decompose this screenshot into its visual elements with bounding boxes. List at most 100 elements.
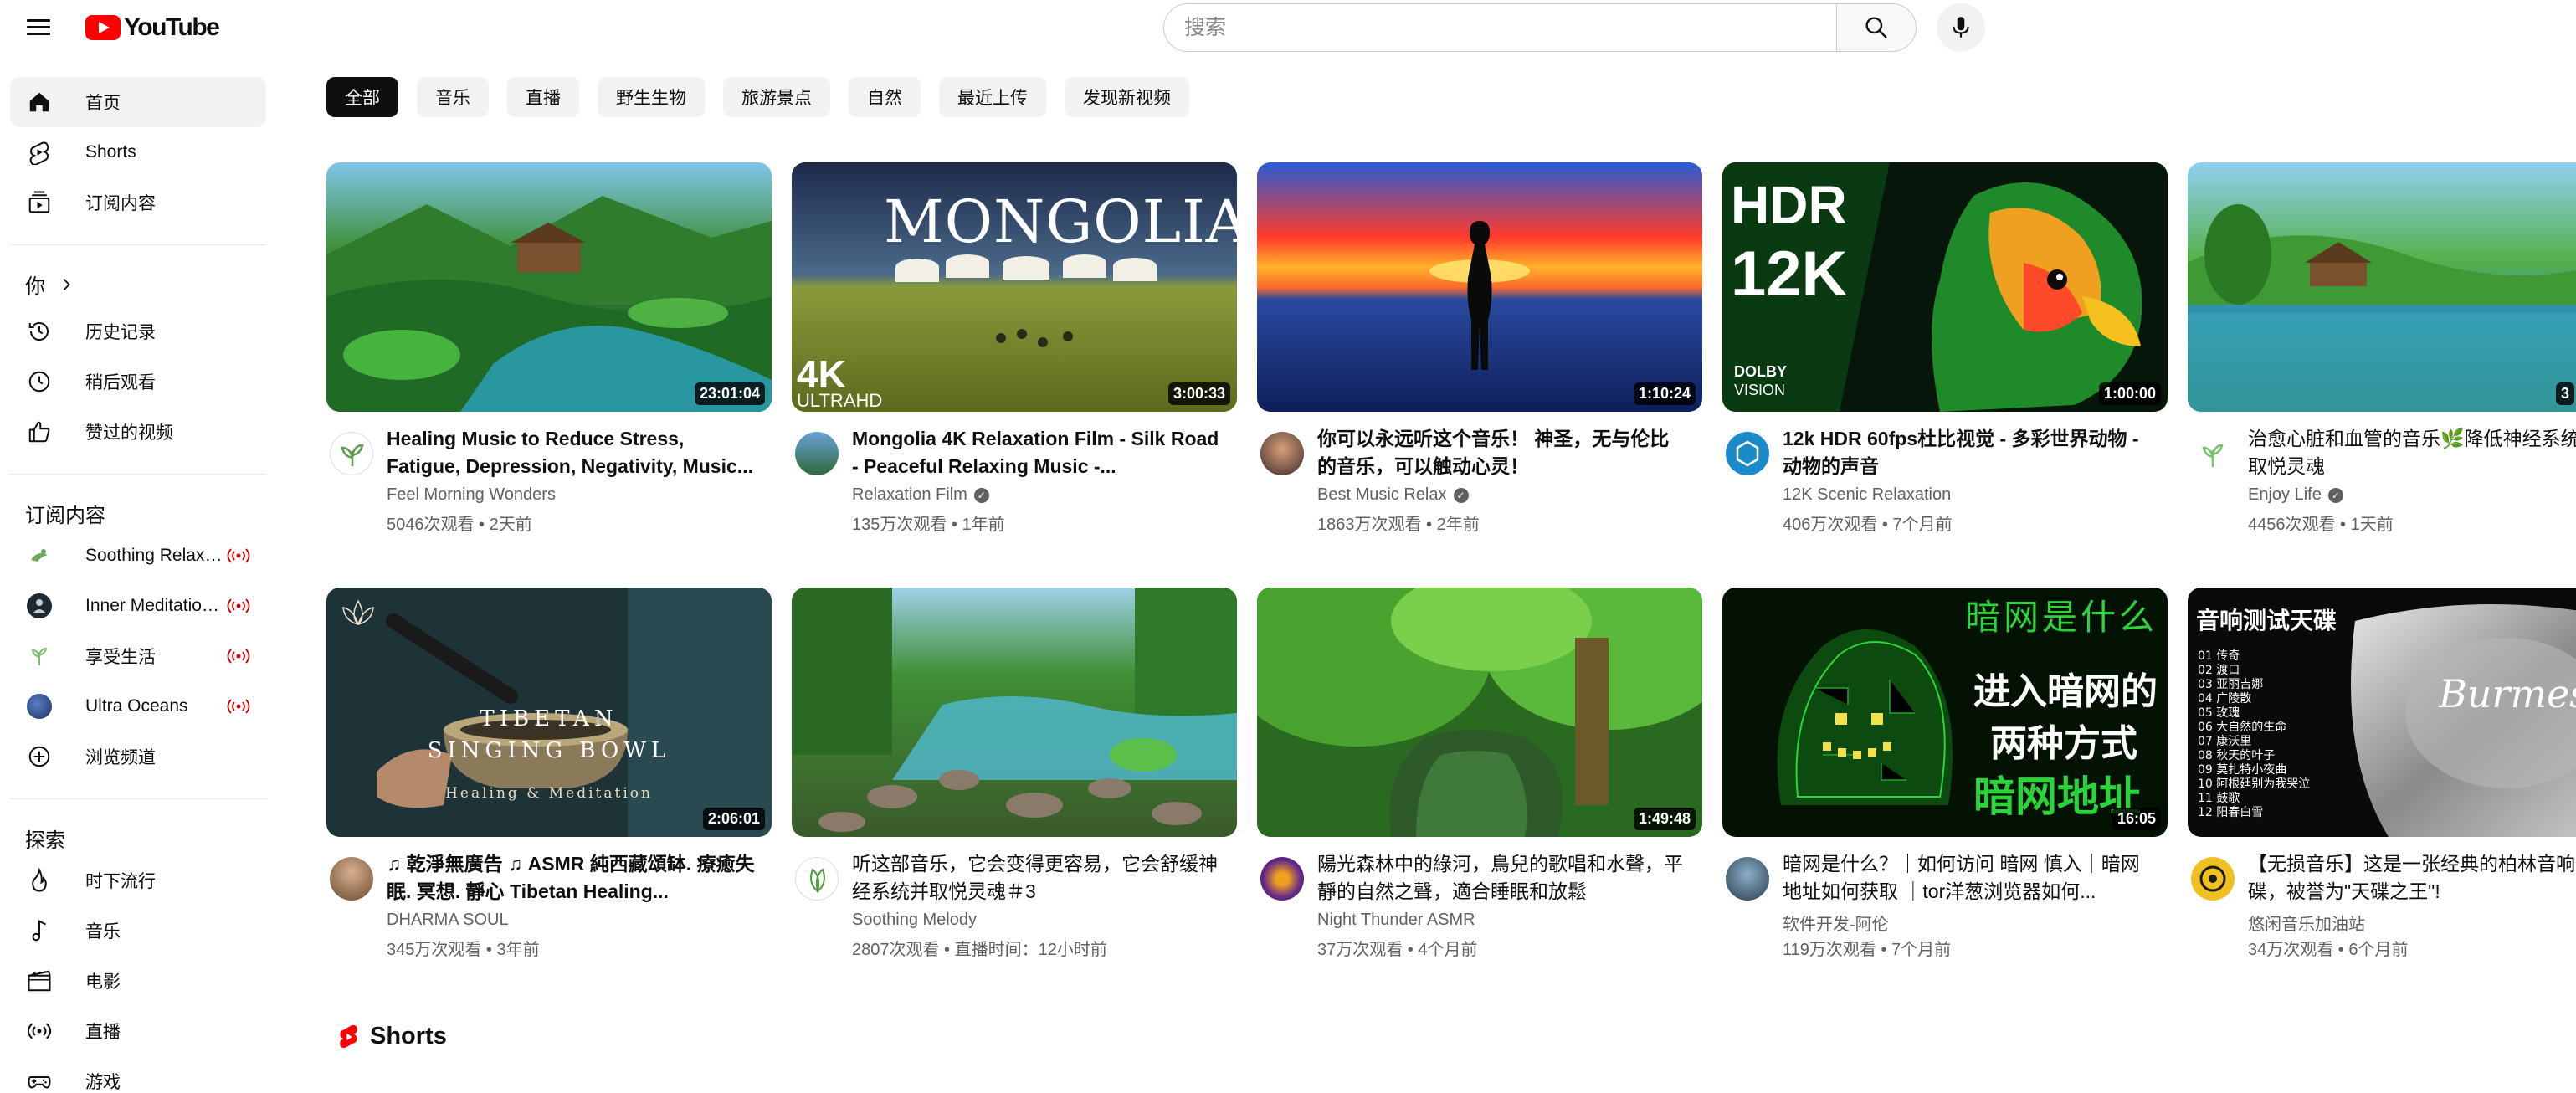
- video-title[interactable]: 暗网是什么？｜如何访问 暗网 慎入｜暗网地址如何获取 ｜tor洋葱浏览器如何..…: [1783, 850, 2151, 906]
- chip-travel[interactable]: 旅游景点: [723, 77, 830, 117]
- video-title[interactable]: 12k HDR 60fps杜比视觉 - 多彩世界动物 - 动物的声音: [1783, 425, 2151, 480]
- sidebar-item-shorts[interactable]: Shorts: [10, 127, 266, 177]
- video-thumbnail[interactable]: 1:49:48: [1257, 588, 1702, 837]
- video-title[interactable]: 【无损音乐】这是一张经典的柏林音响测试碟，被誉为"天碟之王"!: [2248, 850, 2576, 906]
- logo-text: YouTube: [124, 13, 220, 41]
- video-meta: 119万次观看 • 7个月前: [1783, 941, 1952, 959]
- menu-icon[interactable]: [23, 15, 54, 40]
- chip-nature[interactable]: 自然: [849, 77, 921, 117]
- channel-name[interactable]: Best Music Relax ✓: [1317, 485, 1469, 505]
- youtube-logo[interactable]: YouTube: [85, 13, 220, 42]
- chip-live[interactable]: 直播: [507, 77, 579, 117]
- sidebar-item-label: Shorts: [85, 142, 136, 162]
- channel-name-text: Relaxation Film: [852, 485, 967, 504]
- video-thumbnail[interactable]: TIBETAN SINGING BOWL Healing & Meditatio…: [326, 588, 772, 837]
- video-title[interactable]: 治愈心脏和血管的音乐🌿降低神经系统并取悦灵魂: [2248, 425, 2576, 480]
- video-thumbnail[interactable]: 3: [2188, 162, 2576, 412]
- chip-wildlife[interactable]: 野生生物: [598, 77, 705, 117]
- channel-name[interactable]: DHARMA SOUL: [387, 911, 509, 930]
- channel-avatar[interactable]: [1726, 432, 1769, 475]
- video-duration: 3: [2556, 382, 2575, 405]
- sidebar-item-trending[interactable]: 时下流行: [10, 855, 266, 906]
- sidebar-item-subscriptions[interactable]: 订阅内容: [10, 177, 266, 228]
- video-card[interactable]: 1:10:24 你可以永远听这个音乐！ 神圣，无与伦比的音乐，可以触动心灵！ B…: [1257, 162, 1702, 556]
- channel-avatar[interactable]: [795, 432, 839, 475]
- video-thumbnail[interactable]: 暗网是什么 进入暗网的 两种方式 暗网地址 16:05: [1722, 588, 2168, 837]
- channel-name[interactable]: Relaxation Film ✓: [852, 485, 989, 505]
- video-title[interactable]: 听这部音乐，它会变得更容易，它会舒缓神经系统并取悦灵魂＃3: [852, 850, 1220, 906]
- channel-name[interactable]: 12K Scenic Relaxation: [1783, 485, 1951, 505]
- video-meta: 34万次观看 • 6个月前: [2248, 941, 2409, 959]
- sidebar-item-home[interactable]: 首页: [10, 77, 266, 127]
- video-card[interactable]: 23:01:04 Healing Music to Reduce Stress,…: [326, 162, 772, 556]
- channel-name[interactable]: Soothing Melody: [852, 911, 977, 930]
- search-input[interactable]: [1163, 3, 1836, 52]
- channel-name[interactable]: Feel Morning Wonders: [387, 485, 556, 505]
- voice-search-button[interactable]: [1937, 3, 1985, 52]
- sidebar-subscription-channel[interactable]: Soothing Relaxat...: [10, 531, 266, 581]
- channel-avatar: [27, 694, 52, 719]
- verified-icon: ✓: [2327, 487, 2343, 503]
- video-card[interactable]: 暗网是什么 进入暗网的 两种方式 暗网地址 16:05 暗网是什么？｜如何访问 …: [1722, 588, 2168, 981]
- chip-new-to-you[interactable]: 发现新视频: [1065, 77, 1189, 117]
- channel-avatar[interactable]: [1726, 857, 1769, 901]
- chip-music[interactable]: 音乐: [417, 77, 489, 117]
- thumbnail-title-text: 音响测试天碟: [2196, 607, 2337, 634]
- video-title[interactable]: 陽光森林中的綠河，鳥兒的歌唱和水聲，平靜的自然之聲，適合睡眠和放鬆: [1317, 850, 1686, 906]
- video-thumbnail[interactable]: 23:01:04: [326, 162, 772, 412]
- sidebar-item-gaming[interactable]: 游戏: [10, 1056, 266, 1093]
- video-meta: 135万次观看 • 1年前: [852, 516, 1005, 534]
- channel-name[interactable]: 悠闲音乐加油站: [2248, 911, 2365, 935]
- video-thumbnail[interactable]: MONGOLIA 4K ULTRAHD 3:00:33: [792, 162, 1237, 412]
- track-item: 03 亚丽吉娜: [2198, 678, 2264, 691]
- video-card[interactable]: 音响测试天碟 01 传奇 02 渡口 03 亚丽吉娜 04 广陵散 05 玫瑰 …: [2188, 588, 2576, 981]
- chip-recently-uploaded[interactable]: 最近上传: [939, 77, 1046, 117]
- sidebar-subscription-channel[interactable]: Ultra Oceans: [10, 681, 266, 731]
- sidebar-item-live[interactable]: 直播: [10, 1006, 266, 1056]
- search-button[interactable]: [1836, 3, 1917, 52]
- sidebar-subscription-channel[interactable]: Inner Meditation ...: [10, 581, 266, 631]
- shorts-section-heading: Shorts: [338, 1023, 447, 1050]
- sidebar-item-history[interactable]: 历史记录: [10, 306, 266, 357]
- video-title[interactable]: Healing Music to Reduce Stress, Fatigue,…: [387, 425, 755, 480]
- channel-avatar[interactable]: [1260, 857, 1304, 901]
- thumbnail-title-text: 暗网是什么: [1965, 597, 2158, 638]
- chip-all[interactable]: 全部: [326, 77, 398, 117]
- sidebar-item-browse-channels[interactable]: 浏览频道: [10, 731, 266, 782]
- sidebar-item-music[interactable]: 音乐: [10, 906, 266, 956]
- channel-avatar[interactable]: [2191, 857, 2235, 901]
- channel-name[interactable]: 软件开发-阿伦: [1783, 911, 1889, 935]
- video-card[interactable]: HDR 12K DOLBY VISION 1:00:00 12k HDR 60f…: [1722, 162, 2168, 556]
- video-card[interactable]: MONGOLIA 4K ULTRAHD 3:00:33 Mongolia 4K …: [792, 162, 1237, 556]
- video-card[interactable]: 1:49:48 陽光森林中的綠河，鳥兒的歌唱和水聲，平靜的自然之聲，適合睡眠和放…: [1257, 588, 1702, 981]
- sidebar-item-watch-later[interactable]: 稍后观看: [10, 357, 266, 407]
- track-item: 12 阳春白雪: [2198, 806, 2264, 819]
- sidebar-item-movies[interactable]: 电影: [10, 956, 266, 1006]
- video-thumbnail[interactable]: 1:10:24: [1257, 162, 1702, 412]
- video-card[interactable]: 3 治愈心脏和血管的音乐🌿降低神经系统并取悦灵魂 Enjoy Life ✓ 445…: [2188, 162, 2576, 556]
- channel-avatar[interactable]: [795, 857, 839, 901]
- channel-name[interactable]: Night Thunder ASMR: [1317, 911, 1475, 930]
- sidebar-you-heading[interactable]: 你: [25, 269, 75, 299]
- shorts-heading-label: Shorts: [370, 1023, 447, 1049]
- video-card[interactable]: 听这部音乐，它会变得更容易，它会舒缓神经系统并取悦灵魂＃3 Soothing M…: [792, 588, 1237, 981]
- channel-avatar[interactable]: [1260, 432, 1304, 475]
- verified-icon: ✓: [1453, 487, 1469, 503]
- track-item: 10 阿根廷别为我哭泣: [2198, 777, 2311, 791]
- channel-name[interactable]: Enjoy Life ✓: [2248, 485, 2343, 505]
- video-title[interactable]: Mongolia 4K Relaxation Film - Silk Road …: [852, 425, 1220, 480]
- video-thumbnail[interactable]: 音响测试天碟 01 传奇 02 渡口 03 亚丽吉娜 04 广陵散 05 玫瑰 …: [2188, 588, 2576, 837]
- sidebar-subscription-channel[interactable]: 享受生活: [10, 631, 266, 681]
- sidebar-item-liked-videos[interactable]: 赞过的视频: [10, 407, 266, 457]
- video-thumbnail[interactable]: [792, 588, 1237, 837]
- thumbnail-title-text: TIBETAN: [480, 706, 618, 731]
- video-title[interactable]: 你可以永远听这个音乐！ 神圣，无与伦比的音乐，可以触动心灵！: [1317, 425, 1686, 480]
- video-card[interactable]: TIBETAN SINGING BOWL Healing & Meditatio…: [326, 588, 772, 981]
- channel-avatar[interactable]: [2191, 432, 2235, 475]
- video-thumbnail[interactable]: HDR 12K DOLBY VISION 1:00:00: [1722, 162, 2168, 412]
- track-item: 01 传奇: [2198, 649, 2240, 663]
- channel-avatar[interactable]: [330, 432, 373, 475]
- sidebar-item-label: 稍后观看: [85, 373, 156, 393]
- video-title[interactable]: ♫ 乾淨無廣告 ♫ ASMR 純西藏頌缽. 療癒失眠. 冥想. 靜心 Tibet…: [387, 850, 755, 906]
- channel-avatar[interactable]: [330, 857, 373, 901]
